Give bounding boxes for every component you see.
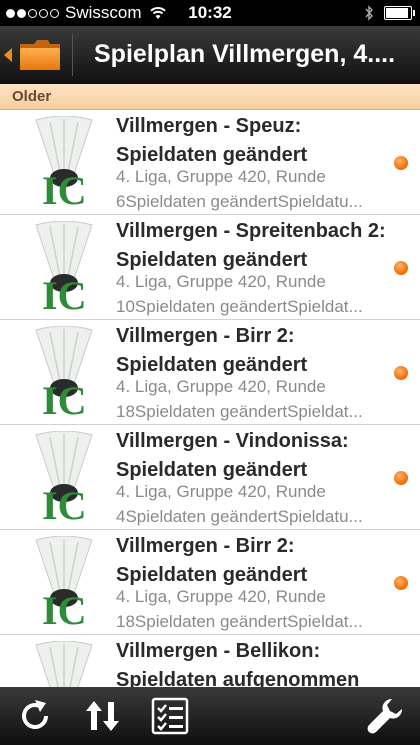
nav-divider [72,34,73,76]
page-title: Spielplan Villmergen, 4.... [94,40,396,68]
nav-bar: Spielplan Villmergen, 4.... [0,26,420,84]
wrench-icon[interactable] [366,697,404,735]
refresh-icon[interactable] [16,697,54,735]
folder-icon[interactable] [18,38,62,72]
club-logo-icon: IC [35,221,93,313]
list-item[interactable]: IC Villmergen - Spreitenbach 2: Spieldat… [0,215,420,320]
club-logo-icon: IC [35,116,93,208]
club-logo-icon: IC [35,536,93,628]
item-subtitle: 4. Liga, Gruppe 420, Runde 18Spieldaten … [116,377,363,421]
item-subtitle: 4. Liga, Gruppe 420, Runde 6Spieldaten g… [116,167,363,211]
unread-indicator-icon [394,576,408,590]
list-item[interactable]: IC Villmergen - Birr 2: Spieldaten geänd… [0,530,420,635]
clock: 10:32 [188,3,232,22]
svg-text:IC: IC [42,378,86,418]
unread-indicator-icon [394,366,408,380]
section-header: Older [0,84,420,110]
item-title: Villmergen - Birr 2: Spieldaten geändert [116,535,308,586]
unread-indicator-icon [394,156,408,170]
unread-indicator-icon [394,471,408,485]
item-title: Villmergen - Spreitenbach 2: Spieldaten … [116,220,386,271]
battery-icon [384,6,415,20]
svg-text:IC: IC [42,273,86,313]
unread-indicator-icon [394,261,408,275]
checklist-icon[interactable] [151,697,189,735]
bottom-toolbar [0,687,420,745]
svg-text:IC: IC [42,168,86,208]
club-logo-icon: IC [35,431,93,523]
item-title: Villmergen - Speuz: Spieldaten geändert [116,115,308,166]
svg-text:IC: IC [42,483,86,523]
item-subtitle: 4. Liga, Gruppe 420, Runde 4Spieldaten g… [116,482,363,526]
section-label: Older [12,88,52,105]
message-list: IC Villmergen - Speuz: Spieldaten geände… [0,110,420,740]
list-item[interactable]: IC Villmergen - Birr 2: Spieldaten geänd… [0,320,420,425]
bluetooth-icon [365,5,373,21]
back-arrow-icon[interactable] [4,48,12,62]
item-subtitle: 4. Liga, Gruppe 420, Runde 10Spieldaten … [116,272,363,316]
club-logo-icon: IC [35,326,93,418]
list-item[interactable]: IC Villmergen - Vindonissa: Spieldaten g… [0,425,420,530]
list-item[interactable]: IC Villmergen - Speuz: Spieldaten geände… [0,110,420,215]
sort-icon[interactable] [84,697,122,735]
item-title: Villmergen - Vindonissa: Spieldaten geän… [116,430,349,481]
status-bar: Swisscom 10:32 [0,0,420,26]
item-subtitle: 4. Liga, Gruppe 420, Runde 18Spieldaten … [116,587,363,631]
item-title: Villmergen - Birr 2: Spieldaten geändert [116,325,308,376]
svg-text:IC: IC [42,588,86,628]
